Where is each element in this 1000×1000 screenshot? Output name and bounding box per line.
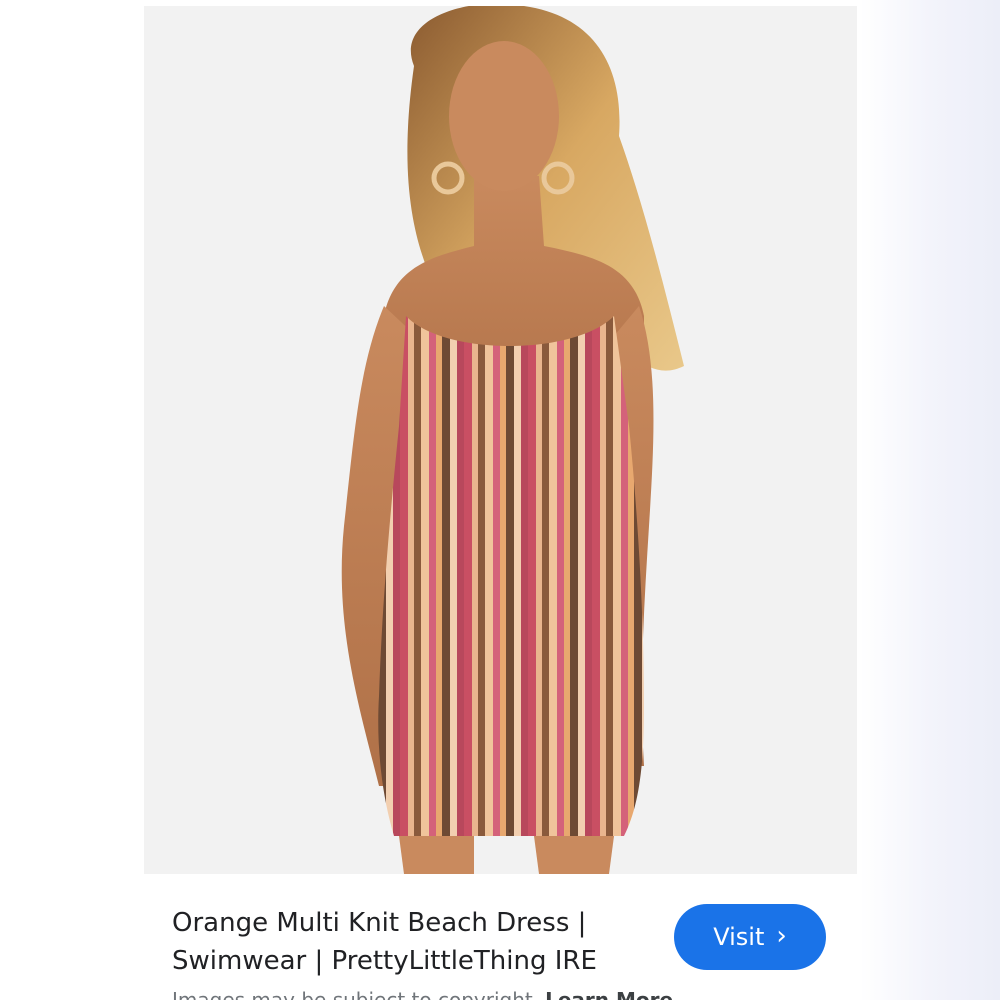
- chevron-right-icon: ›: [776, 921, 787, 951]
- product-photo[interactable]: [144, 6, 857, 874]
- visit-button-label: Visit: [713, 923, 765, 951]
- product-photo-illustration: [144, 6, 857, 874]
- result-title[interactable]: Orange Multi Knit Beach Dress | Swimwear…: [172, 904, 642, 980]
- copyright-notice: Images may be subject to copyright. Learn…: [172, 988, 673, 1000]
- visit-button[interactable]: Visit ›: [674, 904, 826, 970]
- result-info-panel: Orange Multi Knit Beach Dress | Swimwear…: [144, 874, 857, 1000]
- image-result-card: Orange Multi Knit Beach Dress | Swimwear…: [144, 6, 857, 1000]
- learn-more-link[interactable]: Learn More: [545, 988, 673, 1000]
- image-viewer-page: Orange Multi Knit Beach Dress | Swimwear…: [0, 0, 1000, 1000]
- copyright-notice-text: Images may be subject to copyright.: [172, 988, 540, 1000]
